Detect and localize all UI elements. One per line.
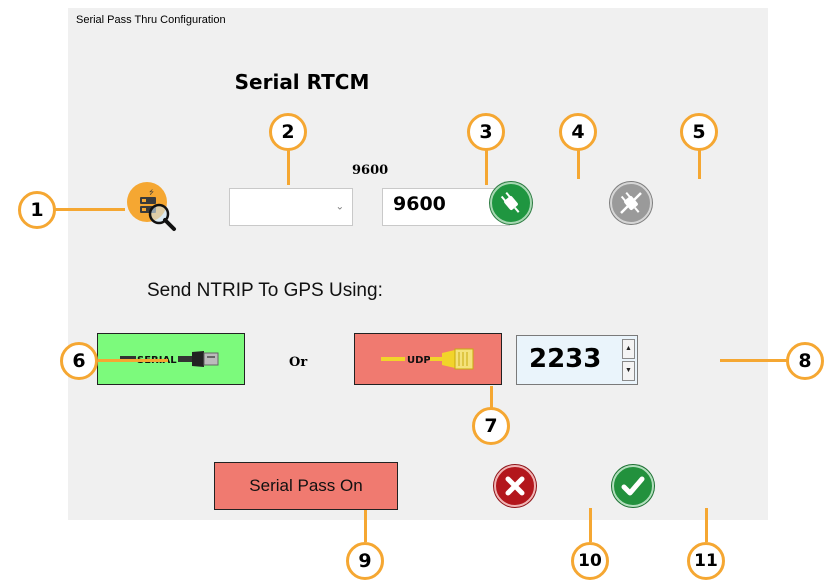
callout-leader: [705, 508, 708, 542]
serial-pass-thru-dialog: Serial Pass Thru Configuration: [68, 8, 768, 520]
callout-leader: [364, 510, 367, 542]
rescan-ports-button[interactable]: ⭍: [126, 182, 188, 240]
callout-9: 9: [346, 542, 384, 580]
callout-leader: [55, 208, 125, 211]
callout-8: 8: [786, 342, 824, 380]
x-cancel-icon: [505, 476, 525, 496]
udp-port-input[interactable]: 2233 ▲ ▼: [516, 335, 638, 385]
plug-connect-icon: [500, 192, 520, 213]
callout-3: 3: [467, 113, 505, 151]
callout-leader: [490, 386, 493, 408]
chevron-down-icon: ⌄: [335, 201, 344, 213]
spin-down-button[interactable]: ▼: [622, 361, 635, 381]
callout-leader: [589, 508, 592, 542]
cancel-button[interactable]: [494, 465, 536, 507]
or-label: Or: [289, 355, 308, 370]
callout-11: 11: [687, 542, 725, 580]
callout-leader: [577, 149, 580, 179]
callout-leader: [485, 149, 488, 185]
send-ntrip-label: Send NTRIP To GPS Using:: [147, 280, 383, 301]
spin-up-button[interactable]: ▲: [622, 339, 635, 359]
serial-pass-on-label: Serial Pass On: [249, 476, 363, 495]
checkmark-icon: [621, 476, 645, 496]
ok-button[interactable]: [612, 465, 654, 507]
section-heading: Serial RTCM: [234, 70, 370, 94]
callout-4: 4: [559, 113, 597, 151]
plug-disconnect-icon: [620, 192, 642, 214]
udp-button-label: UDP: [407, 355, 431, 366]
baud-rate-value: 9600: [393, 193, 446, 215]
port-select[interactable]: ⌄: [229, 188, 353, 226]
callout-6: 6: [60, 342, 98, 380]
callout-leader: [720, 359, 788, 362]
connect-button[interactable]: [490, 182, 532, 224]
udp-mode-button[interactable]: UDP: [354, 333, 502, 385]
window-title: Serial Pass Thru Configuration: [76, 14, 226, 26]
serial-pass-on-button[interactable]: Serial Pass On: [214, 462, 398, 510]
callout-7: 7: [472, 407, 510, 445]
disconnect-button[interactable]: [610, 182, 652, 224]
callout-leader: [698, 149, 701, 179]
callout-2: 2: [269, 113, 307, 151]
baud-rate-caption: 9600: [352, 163, 389, 178]
callout-leader: [98, 359, 168, 362]
svg-text:⭍: ⭍: [149, 188, 154, 196]
callout-5: 5: [680, 113, 718, 151]
ethernet-cable-icon: UDP: [381, 348, 474, 370]
callout-leader: [287, 149, 290, 185]
udp-port-value: 2233: [529, 344, 602, 374]
callout-1: 1: [18, 191, 56, 229]
usb-search-icon: ⭍: [127, 182, 176, 231]
callout-10: 10: [571, 542, 609, 580]
